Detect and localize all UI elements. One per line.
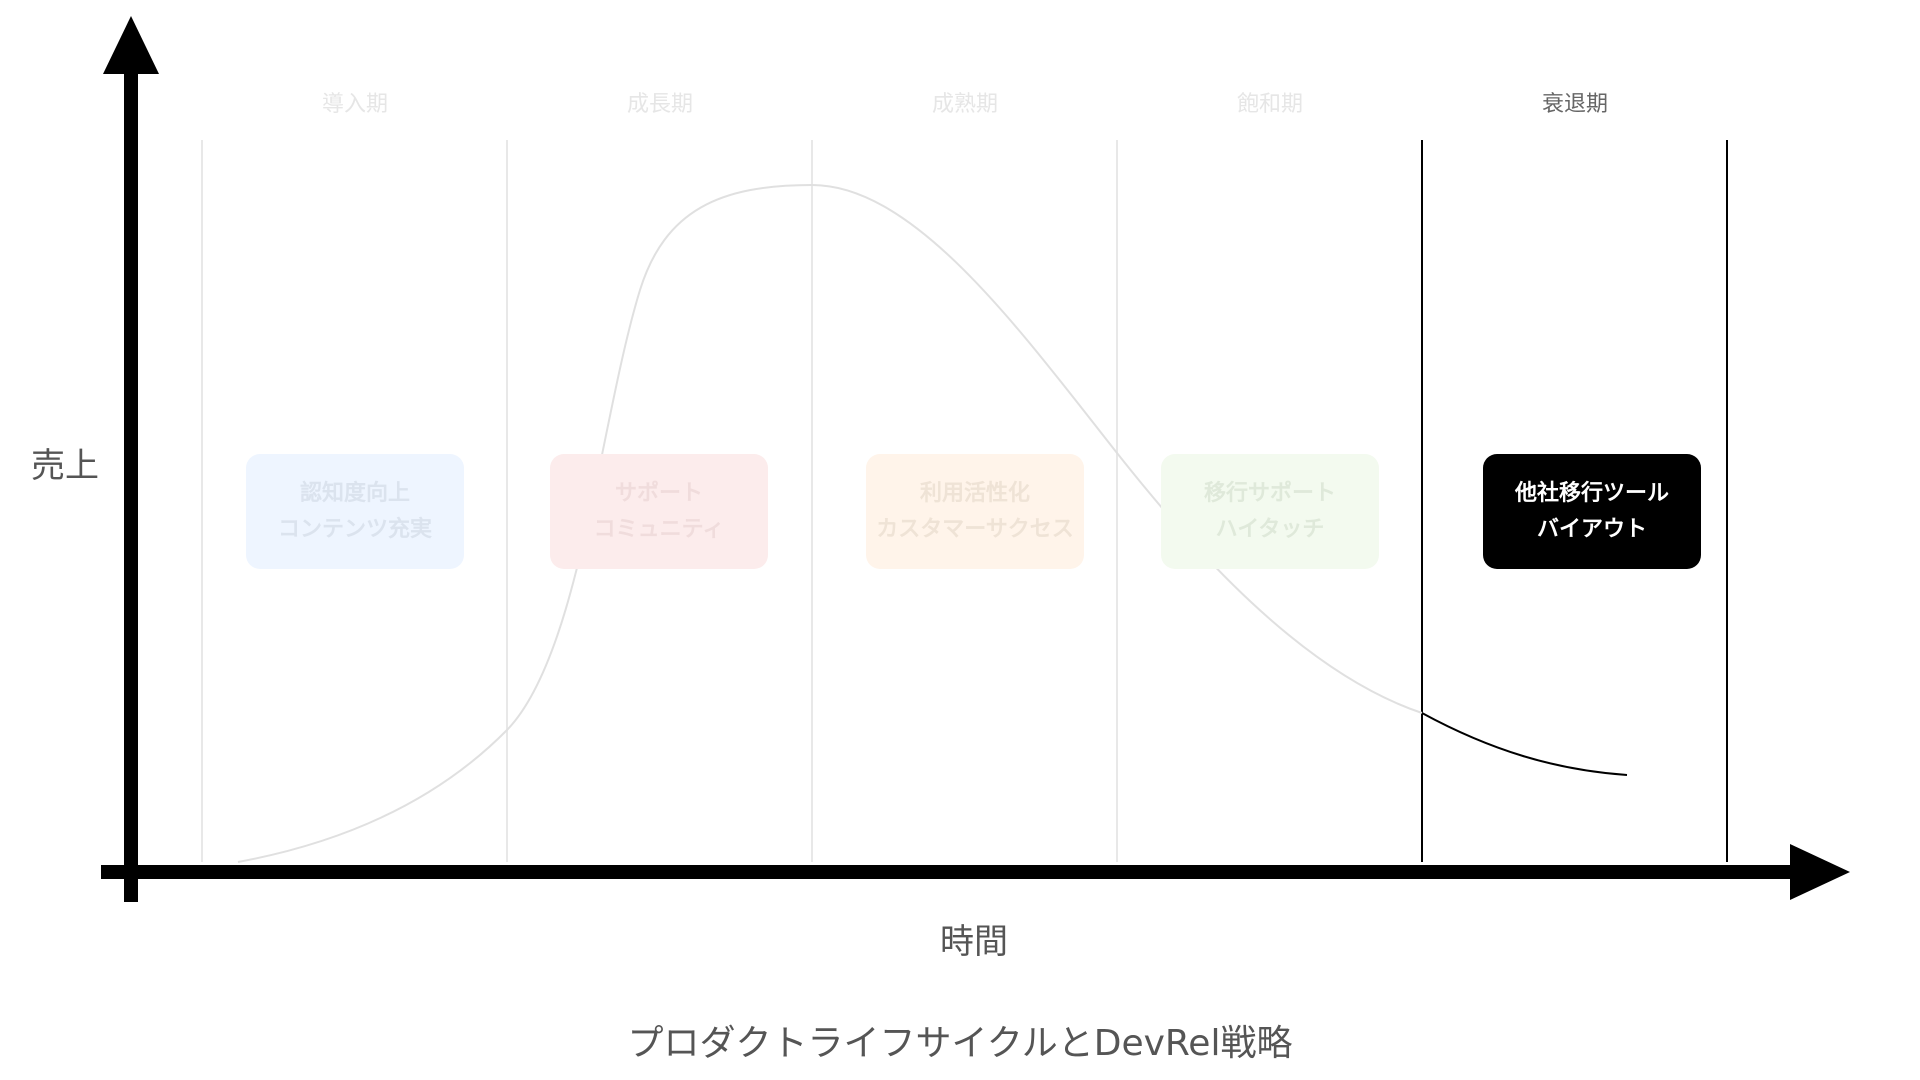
strategy-box-4: 他社移行ツール バイアウト bbox=[1483, 454, 1701, 569]
strategy-box-2: 利用活性化 カスタマーサクセス bbox=[866, 454, 1084, 569]
strategy-line-1: 認知度向上 bbox=[299, 480, 410, 506]
phase-label-1: 成長期 bbox=[626, 92, 693, 117]
phase-label-3: 飽和期 bbox=[1236, 92, 1303, 117]
strategy-line-2: ハイタッチ bbox=[1215, 516, 1325, 542]
x-axis-arrowhead bbox=[1790, 844, 1850, 900]
strategy-line-1: 移行サポート bbox=[1203, 480, 1336, 506]
strategy-line-1: 利用活性化 bbox=[919, 480, 1030, 506]
strategy-box-1: サポート コミュニティ bbox=[550, 454, 768, 569]
x-axis-label: 時間 bbox=[940, 922, 1008, 962]
lifecycle-curve-active bbox=[1421, 712, 1628, 776]
strategy-line-2: バイアウト bbox=[1536, 516, 1647, 542]
strategy-line-2: コンテンツ充実 bbox=[277, 516, 432, 542]
strategy-box-0: 認知度向上 コンテンツ充実 bbox=[246, 454, 464, 569]
y-axis-arrowhead bbox=[103, 16, 159, 74]
strategy-line-2: コミュニティ bbox=[593, 516, 725, 542]
phase-label-4: 衰退期 bbox=[1541, 92, 1608, 117]
strategy-line-1: サポート bbox=[614, 480, 703, 506]
strategy-line-1: 他社移行ツール bbox=[1514, 480, 1669, 506]
diagram-title: プロダクトライフサイクルとDevRel戦略 bbox=[627, 1023, 1293, 1064]
phase-label-0: 導入期 bbox=[321, 92, 388, 117]
phase-label-2: 成熟期 bbox=[931, 92, 998, 117]
y-axis-label: 売上 bbox=[31, 446, 99, 486]
strategy-box-3: 移行サポート ハイタッチ bbox=[1161, 454, 1379, 569]
strategy-line-2: カスタマーサクセス bbox=[876, 516, 1074, 542]
